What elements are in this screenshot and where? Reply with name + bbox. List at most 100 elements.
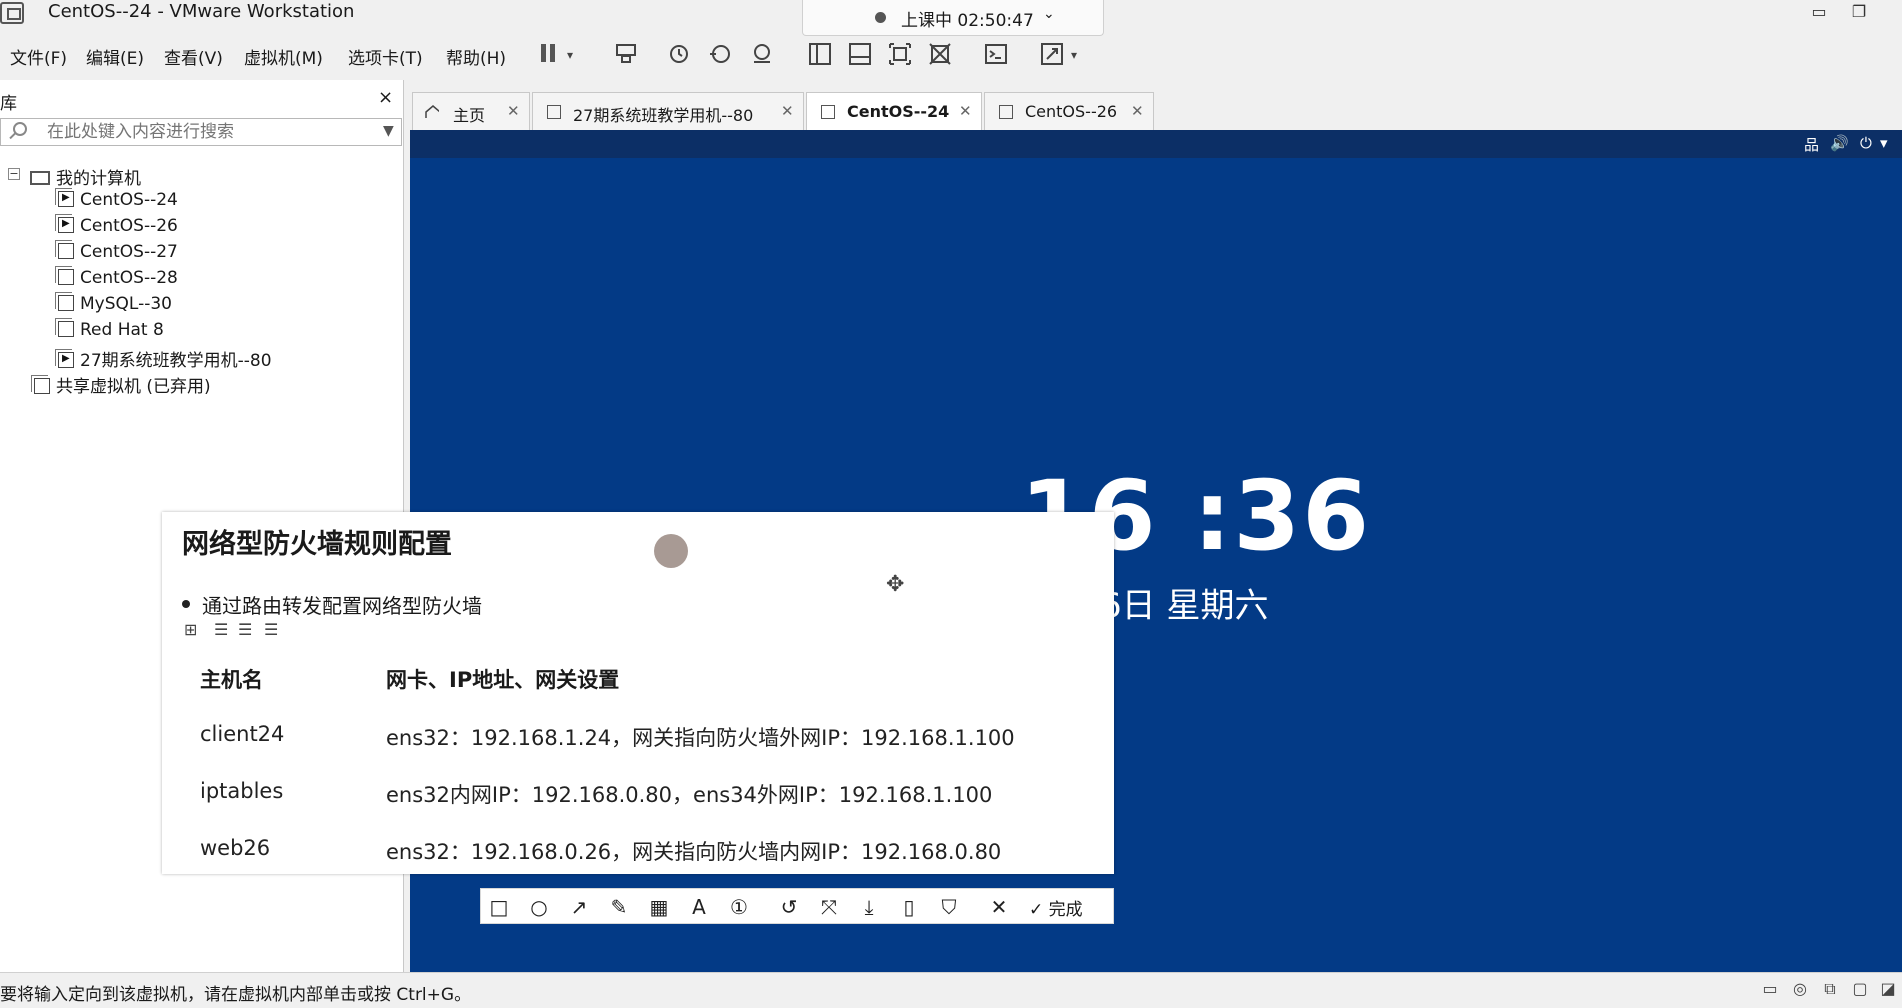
- pointer-highlight: [654, 534, 688, 568]
- tree-item-label: CentOS--28: [80, 268, 178, 288]
- cancel-icon[interactable]: ✕: [985, 893, 1013, 921]
- stretch-icon[interactable]: [1038, 42, 1066, 68]
- chevron-down-icon[interactable]: ▾: [1880, 134, 1888, 152]
- library-title: 库: [0, 94, 17, 114]
- collapse-icon[interactable]: −: [8, 168, 20, 180]
- network-adapter-icon[interactable]: ⧉: [1818, 979, 1842, 1001]
- chevron-down-icon[interactable]: ▼: [383, 123, 394, 139]
- close-icon[interactable]: ✕: [1131, 102, 1144, 120]
- table-cell-settings: ens32：192.168.1.24，网关指向防火墙外网IP：192.168.1…: [386, 726, 1015, 750]
- tree-item-shared-vms[interactable]: 共享虚拟机 (已弃用): [31, 372, 211, 397]
- table-cell-settings: ens32内网IP：192.168.0.80，ens34外网IP：192.168…: [386, 783, 993, 807]
- tree-item-label: CentOS--27: [80, 242, 178, 262]
- vm-running-icon: [55, 349, 74, 368]
- tree-item-vm[interactable]: MySQL--30: [55, 292, 172, 318]
- fullscreen-icon[interactable]: [886, 42, 914, 68]
- dropdown-icon[interactable]: ▾: [562, 42, 578, 68]
- tree-item-vm[interactable]: CentOS--24: [55, 188, 178, 214]
- search-input[interactable]: [47, 121, 367, 143]
- menu-edit[interactable]: 编辑(E): [86, 44, 144, 69]
- save-icon[interactable]: ▯: [895, 893, 923, 921]
- ellipse-icon[interactable]: ○: [525, 893, 553, 921]
- arrow-icon[interactable]: ↗: [565, 893, 593, 921]
- vm-icon: [55, 292, 74, 311]
- menu-file[interactable]: 文件(F): [10, 44, 67, 69]
- snapshot-icon[interactable]: [664, 42, 692, 68]
- close-icon[interactable]: ✕: [781, 102, 794, 120]
- pencil-icon[interactable]: ✎: [605, 893, 633, 921]
- console-icon[interactable]: [982, 42, 1010, 68]
- table-cell-host: client24: [200, 722, 285, 746]
- align-right-icon[interactable]: ☰: [264, 620, 278, 639]
- align-center-icon[interactable]: ☰: [238, 620, 252, 639]
- check-icon: ✓: [1029, 900, 1049, 920]
- tree-item-label: 27期系统班教学用机--80: [80, 351, 272, 371]
- pin-icon[interactable]: ⤧: [815, 893, 843, 921]
- tree-item-vm[interactable]: CentOS--28: [55, 266, 178, 292]
- power-icon[interactable]: ⏻: [1860, 134, 1872, 152]
- menu-vm[interactable]: 虚拟机(M): [244, 44, 323, 69]
- menu-help[interactable]: 帮助(H): [446, 44, 506, 69]
- network-icon[interactable]: 品: [1804, 134, 1819, 155]
- session-indicator[interactable]: 上课中 02:50:47 ⌄: [802, 0, 1104, 36]
- done-label: 完成: [1048, 900, 1083, 920]
- restore-icon[interactable]: ❐: [1846, 2, 1872, 24]
- close-icon[interactable]: ✕: [507, 102, 520, 120]
- tree-item-vm[interactable]: CentOS--26: [55, 214, 178, 240]
- tab-vm[interactable]: 27期系统班教学用机--80 ✕: [532, 92, 804, 130]
- vm-icon: [55, 240, 74, 259]
- tree-item-vm[interactable]: CentOS--27: [55, 240, 178, 266]
- table-cell-settings: ens32：192.168.0.26，网关指向防火墙内网IP：192.168.0…: [386, 840, 1002, 864]
- tab-vm[interactable]: CentOS--26 ✕: [984, 92, 1154, 130]
- revert-snapshot-icon[interactable]: [706, 42, 734, 68]
- tree-item-label: MySQL--30: [80, 294, 172, 314]
- status-bar: 要将输入定向到该虚拟机，请在虚拟机内部单击或按 Ctrl+G。 ▭ ◎ ⧉ ▢ …: [0, 972, 1902, 1008]
- send-ctrl-alt-del-icon[interactable]: [612, 42, 640, 68]
- vm-icon: [55, 266, 74, 285]
- title-bar: CentOS--24 - VMware Workstation 上课中 02:5…: [0, 0, 1902, 36]
- annotation-toolbar: □ ○ ↗ ✎ ▦ A ① ↺ ⤧ ⤓ ▯ ⛉ ✕ ✓ 完成: [480, 888, 1114, 924]
- mosaic-icon[interactable]: ▦: [645, 893, 673, 921]
- done-button[interactable]: ✓ 完成: [1029, 895, 1083, 920]
- menu-view[interactable]: 查看(V): [164, 44, 223, 69]
- move-icon[interactable]: ✥: [886, 572, 904, 597]
- thumbnail-view-icon[interactable]: [846, 42, 874, 68]
- stretch-dropdown-icon[interactable]: ▾: [1066, 42, 1082, 68]
- tree-item-vm[interactable]: Red Hat 8: [55, 318, 164, 344]
- pause-icon[interactable]: [534, 42, 562, 68]
- close-icon[interactable]: ×: [378, 87, 393, 108]
- library-view-icon[interactable]: [806, 42, 834, 68]
- slide-overlay[interactable]: 网络型防火墙规则配置 ✥ 通过路由转发配置网络型防火墙 ⊞ ☰ ☰ ☰ 主机名 …: [162, 512, 1114, 874]
- rectangle-icon[interactable]: □: [485, 893, 513, 921]
- slide-title: 网络型防火墙规则配置: [182, 529, 452, 560]
- cd-icon[interactable]: ◎: [1788, 979, 1812, 1001]
- tab-home[interactable]: 主页 ✕: [412, 92, 530, 130]
- menu-tabs[interactable]: 选项卡(T): [348, 44, 423, 69]
- undo-icon[interactable]: ↺: [775, 893, 803, 921]
- shared-vm-icon: [31, 375, 50, 394]
- align-left-icon[interactable]: ☰: [214, 620, 228, 639]
- tab-vm-active[interactable]: CentOS--24 ✕: [806, 92, 982, 130]
- bookmark-icon[interactable]: ⛉: [935, 893, 963, 921]
- text-icon[interactable]: A: [685, 893, 713, 921]
- download-icon[interactable]: ⤓: [855, 893, 883, 921]
- chevron-down-icon[interactable]: ⌄: [1043, 6, 1055, 22]
- usb-icon[interactable]: ▢: [1848, 979, 1872, 1001]
- number-icon[interactable]: ①: [725, 893, 753, 921]
- tree-item-label: 共享虚拟机 (已弃用): [56, 377, 211, 397]
- close-icon[interactable]: ✕: [959, 102, 972, 120]
- vmware-app-icon: [0, 2, 24, 24]
- table-header-host: 主机名: [200, 668, 263, 692]
- tree-item-vm[interactable]: 27期系统班教学用机--80: [55, 346, 272, 371]
- minimize-icon[interactable]: ▭: [1806, 2, 1832, 24]
- snapshot-manager-icon[interactable]: [748, 42, 776, 68]
- grid-icon[interactable]: ⊞: [184, 620, 197, 639]
- volume-icon[interactable]: 🔊: [1830, 134, 1849, 152]
- unity-icon[interactable]: [926, 42, 954, 68]
- sound-icon[interactable]: ◪: [1876, 979, 1900, 1001]
- tree-root-my-computer[interactable]: − 我的计算机: [0, 164, 400, 189]
- tab-label: CentOS--26: [1025, 102, 1118, 121]
- hard-disk-icon[interactable]: ▭: [1758, 979, 1782, 1001]
- tree-root-label: 我的计算机: [56, 169, 141, 189]
- table-header-settings: 网卡、IP地址、网关设置: [386, 668, 620, 692]
